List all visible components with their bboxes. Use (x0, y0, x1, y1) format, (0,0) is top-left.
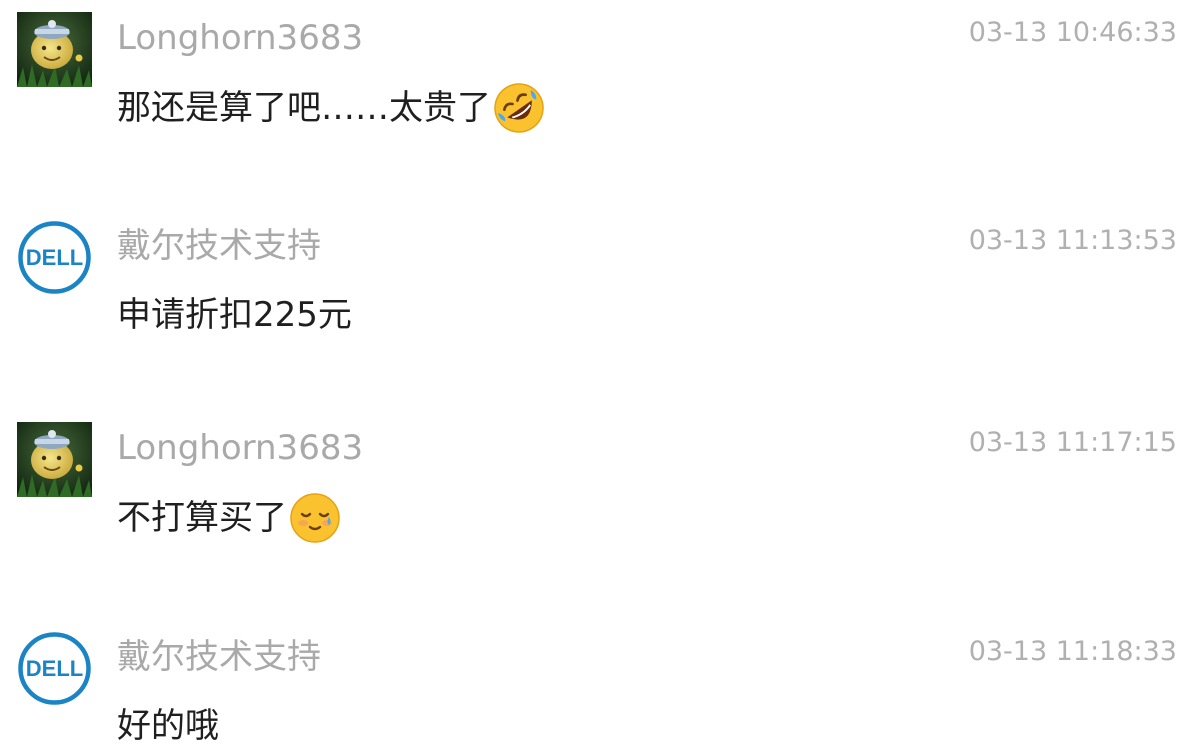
dell-logo-avatar[interactable]: DELL (17, 631, 92, 706)
chat-message: Longhorn3683 03-13 10:46:33 那还是算了吧……太贵了 (0, 12, 1197, 134)
smiling-face-with-tear-emoji-icon (289, 492, 341, 544)
customer-avatar[interactable] (17, 12, 92, 87)
message-timestamp: 03-13 11:17:15 (968, 427, 1177, 458)
message-body: 申请折扣225元 (117, 295, 352, 335)
message-body: 好的哦 (117, 706, 219, 746)
message-timestamp: 03-13 11:13:53 (968, 225, 1177, 256)
rolling-on-floor-laughing-emoji-icon (493, 82, 545, 134)
message-text: 不打算买了 (117, 492, 341, 544)
message-timestamp: 03-13 11:18:33 (968, 636, 1177, 667)
message-body: 不打算买了 (117, 498, 287, 538)
dell-logo-text: DELL (26, 245, 83, 270)
message-text: 申请折扣225元 (117, 290, 352, 340)
sender-name: Longhorn3683 (117, 428, 364, 468)
chat-message: DELL 戴尔技术支持 03-13 11:18:33 好的哦 (0, 631, 1197, 751)
chat-message: DELL 戴尔技术支持 03-13 11:13:53 申请折扣225元 (0, 220, 1197, 340)
message-text: 那还是算了吧……太贵了 (117, 82, 545, 134)
dell-logo-avatar[interactable]: DELL (17, 220, 92, 295)
chat-thread: Longhorn3683 03-13 10:46:33 那还是算了吧……太贵了 (0, 0, 1197, 749)
dell-logo-text: DELL (26, 656, 83, 681)
sender-name: 戴尔技术支持 (117, 226, 321, 266)
chat-message: Longhorn3683 03-13 11:17:15 不打算买了 (0, 422, 1197, 544)
customer-avatar[interactable] (17, 422, 92, 497)
message-text: 好的哦 (117, 701, 219, 751)
message-timestamp: 03-13 10:46:33 (968, 17, 1177, 48)
message-body: 那还是算了吧……太贵了 (117, 88, 491, 128)
sender-name: Longhorn3683 (117, 18, 364, 58)
sender-name: 戴尔技术支持 (117, 637, 321, 677)
